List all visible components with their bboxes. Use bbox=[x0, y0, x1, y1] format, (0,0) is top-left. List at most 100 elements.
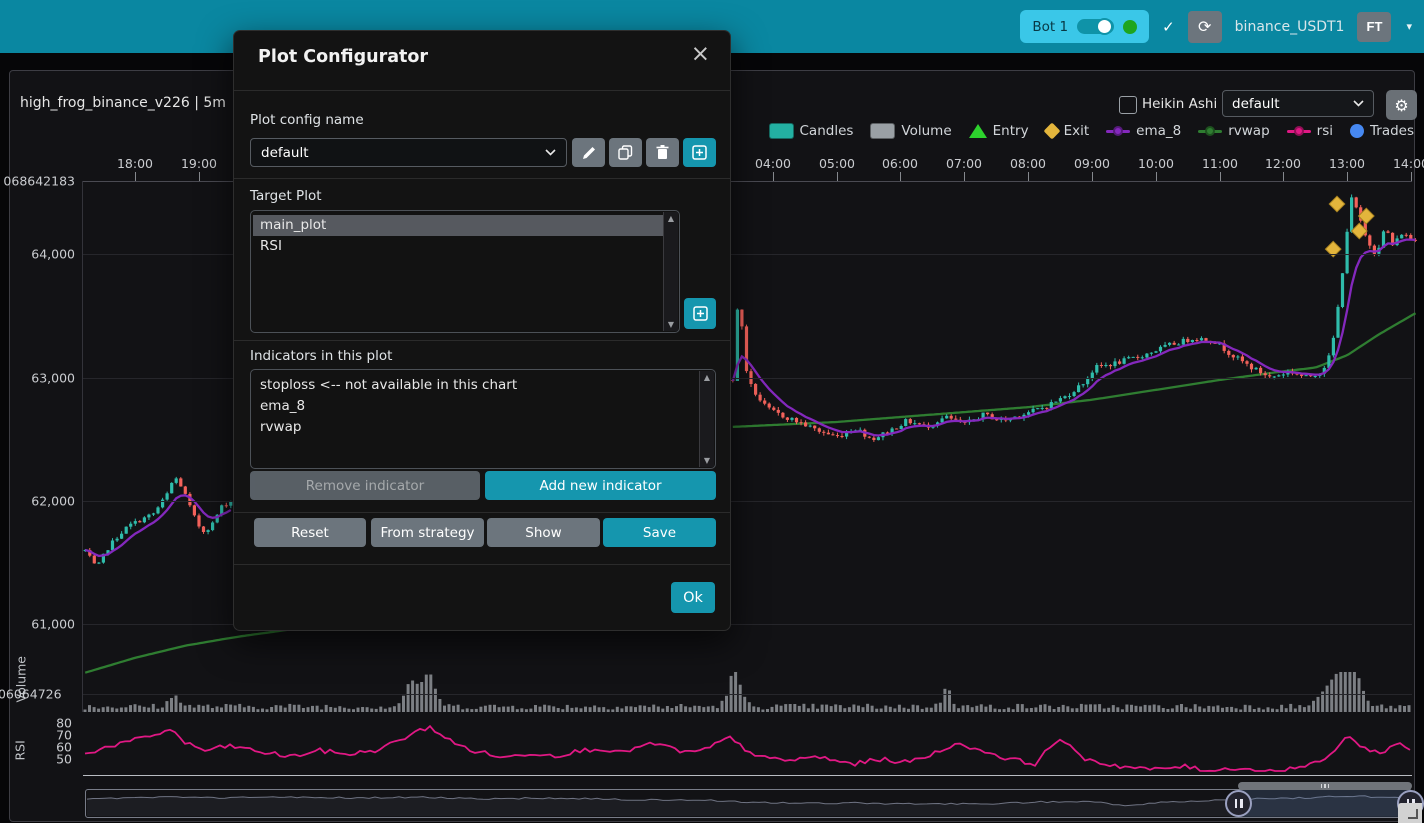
from-strategy-button[interactable]: From strategy bbox=[371, 518, 484, 547]
indicator-option[interactable]: rvwap bbox=[253, 417, 713, 438]
chevron-down-icon bbox=[545, 149, 556, 156]
legend-item-volume[interactable]: Volume bbox=[870, 123, 951, 139]
target-plot-option[interactable]: main_plot bbox=[253, 215, 677, 236]
legend-item-rvwap[interactable]: rvwap bbox=[1198, 123, 1269, 139]
divider bbox=[234, 340, 730, 341]
y-axis-label: 63,000 bbox=[0, 371, 75, 386]
plot-settings-button[interactable]: ⚙ bbox=[1386, 90, 1417, 120]
x-axis-tick bbox=[1220, 172, 1221, 181]
legend-label: Exit bbox=[1064, 123, 1090, 139]
config-name-select[interactable]: default bbox=[250, 138, 567, 167]
x-axis-tick bbox=[773, 172, 774, 181]
x-axis-label: 18:00 bbox=[117, 156, 153, 171]
x-axis-tick bbox=[1092, 172, 1093, 181]
legend-line-marker bbox=[1106, 130, 1130, 133]
resize-handle[interactable] bbox=[1398, 803, 1422, 823]
show-button[interactable]: Show bbox=[487, 518, 600, 547]
indicator-option[interactable]: stoploss <-- not available in this chart bbox=[253, 375, 713, 396]
x-axis-label: 09:00 bbox=[1074, 156, 1110, 171]
add-config-button[interactable] bbox=[683, 138, 716, 167]
remove-indicator-button[interactable]: Remove indicator bbox=[250, 471, 480, 500]
x-axis-label: 05:00 bbox=[819, 156, 855, 171]
scroll-down-icon[interactable]: ▼ bbox=[668, 320, 674, 329]
x-axis-label: 07:00 bbox=[946, 156, 982, 171]
legend-swatch-rect bbox=[870, 123, 895, 139]
reset-button[interactable]: Reset bbox=[254, 518, 366, 547]
legend-item-candles[interactable]: Candles bbox=[769, 123, 854, 139]
legend-item-rsi[interactable]: rsi bbox=[1287, 123, 1333, 139]
duplicate-config-button[interactable] bbox=[609, 138, 642, 167]
trash-icon bbox=[656, 145, 669, 160]
divider bbox=[234, 512, 730, 513]
legend-item-trades[interactable]: Trades bbox=[1350, 123, 1414, 139]
config-name-value: default bbox=[261, 145, 309, 161]
pencil-icon bbox=[582, 146, 596, 160]
x-axis-tick bbox=[1283, 172, 1284, 181]
target-plot-listbox[interactable]: main_plotRSI ▲ ▼ bbox=[250, 210, 680, 333]
datazoom-left-handle[interactable] bbox=[1225, 790, 1252, 817]
target-plot-option[interactable]: RSI bbox=[253, 236, 677, 257]
indicators-scrollbar[interactable]: ▲ ▼ bbox=[699, 371, 714, 467]
indicators-listbox[interactable]: stoploss <-- not available in this chart… bbox=[250, 369, 716, 469]
x-axis-tick bbox=[1156, 172, 1157, 181]
ok-button[interactable]: Ok bbox=[671, 582, 715, 613]
plot-config-select-value: default bbox=[1232, 96, 1280, 112]
delete-config-button[interactable] bbox=[646, 138, 679, 167]
copy-icon bbox=[618, 145, 633, 160]
legend-label: Entry bbox=[993, 123, 1029, 139]
add-plot-button[interactable] bbox=[684, 298, 716, 329]
datazoom-selection[interactable] bbox=[1238, 790, 1412, 817]
legend-label: Volume bbox=[901, 123, 951, 139]
volume-tick-label: 306064726 bbox=[0, 687, 60, 702]
x-axis-label: 04:00 bbox=[755, 156, 791, 171]
indicators-label: Indicators in this plot bbox=[250, 348, 392, 364]
x-axis-label: 19:00 bbox=[181, 156, 217, 171]
legend-item-ema_8[interactable]: ema_8 bbox=[1106, 123, 1181, 139]
legend-label: Candles bbox=[800, 123, 854, 139]
heikin-ashi-checkbox[interactable] bbox=[1119, 96, 1137, 114]
legend-swatch-rect bbox=[769, 123, 794, 139]
legend-label: ema_8 bbox=[1136, 123, 1181, 139]
y-axis-label: 64,000 bbox=[0, 247, 75, 262]
legend-label: rsi bbox=[1317, 123, 1333, 139]
heikin-ashi-label: Heikin Ashi bbox=[1142, 96, 1217, 112]
check-icon: ✓ bbox=[1162, 18, 1175, 36]
scroll-down-icon[interactable]: ▼ bbox=[704, 456, 710, 465]
target-plot-scrollbar[interactable]: ▲ ▼ bbox=[663, 212, 678, 331]
datazoom-scrollbar[interactable] bbox=[1238, 782, 1412, 790]
account-menu-button[interactable]: FT bbox=[1357, 12, 1391, 42]
bot-online-dot bbox=[1123, 20, 1137, 34]
rsi-axis-line bbox=[83, 775, 1412, 776]
datazoom-track[interactable] bbox=[85, 789, 1412, 818]
legend-item-entry[interactable]: Entry bbox=[969, 123, 1029, 139]
refresh-button[interactable]: ⟳ bbox=[1188, 11, 1222, 43]
x-axis-label: 13:00 bbox=[1329, 156, 1365, 171]
close-icon[interactable]: × bbox=[691, 43, 710, 66]
add-indicator-button[interactable]: Add new indicator bbox=[485, 471, 716, 500]
legend-dot bbox=[1294, 126, 1304, 136]
rename-config-button[interactable] bbox=[572, 138, 605, 167]
x-axis-tick bbox=[1411, 172, 1412, 181]
exit-diamond-icon bbox=[1043, 123, 1060, 140]
y-axis-line bbox=[82, 181, 83, 712]
divider bbox=[234, 564, 730, 565]
bot-toggle-knob bbox=[1096, 18, 1113, 35]
x-axis-tick bbox=[1028, 172, 1029, 181]
indicator-option[interactable]: ema_8 bbox=[253, 396, 713, 417]
x-axis-label: 11:00 bbox=[1202, 156, 1238, 171]
legend-dot bbox=[1205, 126, 1215, 136]
y-axis-label: 62,000 bbox=[0, 494, 75, 509]
x-axis-tick bbox=[964, 172, 965, 181]
refresh-icon: ⟳ bbox=[1198, 17, 1211, 37]
plot-configurator-dialog: Plot Configurator × Plot config name def… bbox=[233, 30, 731, 631]
x-axis-tick bbox=[135, 172, 136, 181]
plot-config-select[interactable]: default bbox=[1222, 90, 1374, 117]
gear-icon: ⚙ bbox=[1394, 96, 1408, 115]
scroll-up-icon[interactable]: ▲ bbox=[704, 373, 710, 382]
bot-selector[interactable]: Bot 1 bbox=[1020, 10, 1149, 43]
x-axis-label: 06:00 bbox=[882, 156, 918, 171]
bot-toggle[interactable] bbox=[1077, 19, 1114, 34]
save-button[interactable]: Save bbox=[603, 518, 716, 547]
scroll-up-icon[interactable]: ▲ bbox=[668, 214, 674, 223]
legend-item-exit[interactable]: Exit bbox=[1046, 123, 1090, 139]
